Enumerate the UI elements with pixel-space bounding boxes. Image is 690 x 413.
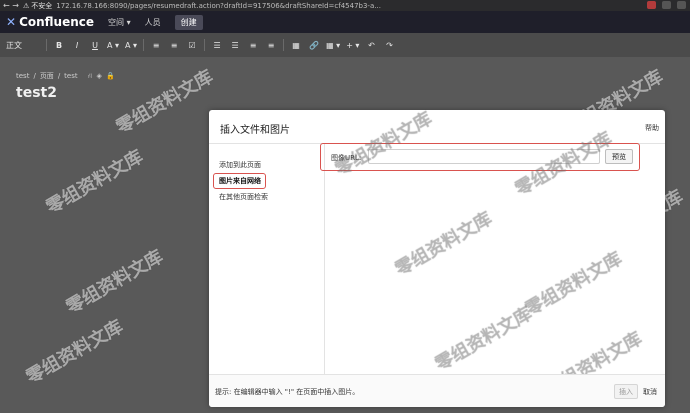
image-url-label: 图像URL: [331, 154, 362, 162]
confluence-logo[interactable]: ✕ Confluence [6, 15, 94, 29]
security-warning[interactable]: ⚠ 不安全 [23, 1, 52, 11]
extension-icon[interactable] [647, 1, 656, 9]
bold-button[interactable]: B [53, 38, 65, 52]
watermark-text: 零组资料文库 [521, 248, 626, 321]
page-title[interactable]: test2 [16, 85, 57, 101]
breadcrumb-item[interactable]: test [64, 72, 77, 80]
spaces-menu[interactable]: 空间 ▾ [108, 17, 131, 28]
profile-icon[interactable] [677, 1, 686, 9]
watermark-text: 零组资料文库 [431, 303, 536, 376]
help-link[interactable]: 帮助 [645, 123, 659, 133]
extension-icon[interactable] [662, 1, 671, 9]
table-button[interactable]: ▦ ▾ [326, 38, 340, 52]
side-item-attach-to-page[interactable]: 添加到此页面 [219, 160, 261, 170]
warning-icon: ⚠ [22, 1, 30, 10]
create-button[interactable]: 创建 [174, 14, 203, 30]
editor-toolbar: 正文 B I U A ▾ A ▾ ≡ ≡ ☑ ☰ ☰ ≡ ≡ ▦ 🔗 ▦ ▾ +… [0, 33, 690, 57]
breadcrumb-item[interactable]: 页面 [40, 71, 54, 81]
label-icon[interactable]: ◈ [97, 72, 102, 80]
insert-image-dialog: 插入文件和图片 帮助 添加到此页面 图片来自网络 在其他页面检索 图像URL: … [209, 108, 665, 407]
breadcrumb-item[interactable]: test [16, 72, 29, 80]
toolbar-divider [204, 39, 206, 51]
toolbar-divider [46, 39, 47, 51]
breadcrumb-separator: / [57, 72, 61, 80]
layout-button[interactable]: ▦ [290, 38, 302, 52]
toolbar-divider [143, 39, 145, 51]
indent-button[interactable]: ☰ [229, 38, 241, 52]
restrictions-icon[interactable]: 🔒 [106, 72, 115, 80]
confluence-logo-text: Confluence [19, 15, 95, 29]
preview-button[interactable]: 预览 [605, 149, 633, 164]
insert-more-button[interactable]: + ▾ [346, 38, 359, 52]
text-format-button[interactable]: A ▾ [125, 38, 137, 52]
bullet-list-button[interactable]: ≡ [150, 38, 162, 52]
align-center-button[interactable]: ≡ [265, 38, 277, 52]
page-tree-icon[interactable]: ⛙ [88, 72, 93, 81]
browser-extension-icons [647, 1, 686, 9]
align-left-button[interactable]: ≡ [247, 38, 259, 52]
undo-button[interactable]: ↶ [365, 38, 377, 52]
cancel-button[interactable]: 取消 [643, 387, 657, 397]
watermark-text: 零组资料文库 [391, 208, 496, 281]
paragraph-style-select[interactable]: 正文 [6, 38, 40, 52]
side-item-search-other-pages[interactable]: 在其他页面检索 [219, 192, 268, 202]
dialog-footer: 提示: 在编辑器中输入 "!" 在页面中插入图片。 插入 取消 [209, 374, 665, 407]
underline-button[interactable]: U [89, 38, 101, 52]
browser-nav-buttons[interactable]: ← → [3, 1, 19, 10]
italic-button[interactable]: I [71, 38, 83, 52]
link-button[interactable]: 🔗 [308, 38, 320, 52]
numbered-list-button[interactable]: ≡ [168, 38, 180, 52]
task-list-button[interactable]: ☑ [186, 38, 198, 52]
security-warning-label: 不安全 [31, 1, 53, 10]
app-header: ✕ Confluence 空间 ▾ 人员 创建 [0, 11, 690, 33]
outdent-button[interactable]: ☰ [211, 38, 223, 52]
redo-button[interactable]: ↷ [383, 38, 395, 52]
dialog-title: 插入文件和图片 [220, 125, 290, 136]
breadcrumb: test / 页面 / test ⛙ ◈ 🔒 [16, 71, 115, 81]
insert-button[interactable]: 插入 [614, 384, 638, 399]
people-link[interactable]: 人员 [145, 17, 161, 28]
confluence-logo-icon: ✕ [6, 15, 17, 29]
image-url-section: 图像URL: 预览 [320, 143, 640, 171]
toolbar-divider [283, 39, 285, 51]
text-color-button[interactable]: A ▾ [107, 38, 119, 52]
url-text[interactable]: 172.16.78.166:8090/pages/resumedraft.act… [56, 2, 381, 10]
browser-address-bar: ← → ⚠ 不安全 172.16.78.166:8090/pages/resum… [0, 0, 690, 11]
dialog-header: 插入文件和图片 帮助 [209, 110, 665, 144]
breadcrumb-separator: / [33, 72, 36, 80]
dialog-side-nav: 添加到此页面 图片来自网络 在其他页面检索 [209, 144, 325, 374]
image-url-input[interactable] [368, 149, 600, 164]
side-item-image-from-web[interactable]: 图片来自网络 [213, 173, 266, 189]
dialog-tip: 提示: 在编辑器中输入 "!" 在页面中插入图片。 [215, 388, 360, 396]
